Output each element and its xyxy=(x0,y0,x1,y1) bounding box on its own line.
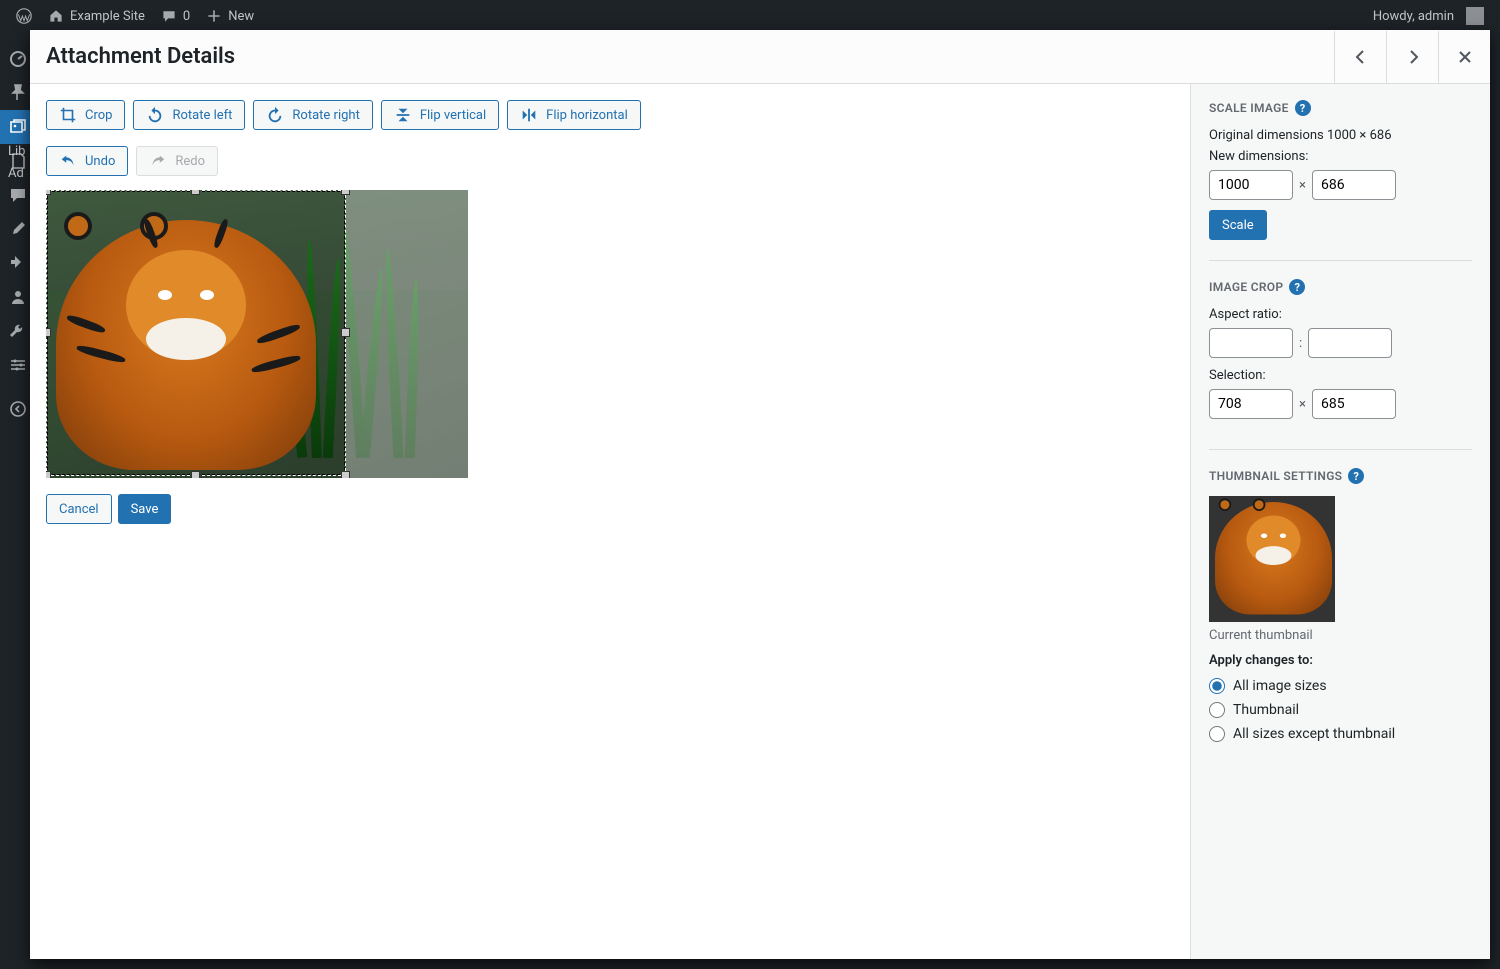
comments-link[interactable]: 0 xyxy=(153,0,198,32)
crop-selection[interactable] xyxy=(46,190,346,476)
flip-horizontal-icon xyxy=(520,106,538,124)
sidebar-label-library: Lib xyxy=(8,144,25,159)
apply-option-thumbnail[interactable]: Thumbnail xyxy=(1209,702,1472,718)
scale-button[interactable]: Scale xyxy=(1209,210,1267,240)
attachment-details-modal: Attachment Details Crop Rotate left Rota… xyxy=(30,30,1490,959)
crop-icon xyxy=(59,106,77,124)
wordpress-icon xyxy=(16,8,32,24)
help-icon[interactable]: ? xyxy=(1295,100,1311,116)
comment-icon xyxy=(161,8,177,24)
redo-button: Redo xyxy=(136,146,218,176)
apply-radio-except-thumbnail[interactable] xyxy=(1209,726,1225,742)
image-settings-pane: Scale Image? Original dimensions 1000 × … xyxy=(1190,84,1490,959)
wrench-icon xyxy=(8,321,28,341)
media-icon xyxy=(8,117,28,137)
apply-option-all[interactable]: All image sizes xyxy=(1209,678,1472,694)
flip-vertical-icon xyxy=(394,106,412,124)
crop-handle-bottom-left[interactable] xyxy=(46,471,51,478)
site-name-link[interactable]: Example Site xyxy=(40,0,153,32)
scale-width-input[interactable] xyxy=(1209,170,1293,200)
avatar xyxy=(1466,7,1484,25)
home-icon xyxy=(48,8,64,24)
aspect-ratio-label: Aspect ratio: xyxy=(1209,307,1472,322)
undo-icon xyxy=(59,152,77,170)
scale-height-input[interactable] xyxy=(1312,170,1396,200)
chevron-right-icon xyxy=(1403,47,1423,67)
image-crop-heading: Image Crop xyxy=(1209,280,1283,294)
plugin-icon xyxy=(8,253,28,273)
original-dimensions-label: Original dimensions 1000 × 686 xyxy=(1209,128,1472,143)
new-label: New xyxy=(228,9,254,24)
apply-changes-label: Apply changes to: xyxy=(1209,653,1472,668)
howdy-text: Howdy, admin xyxy=(1373,9,1454,24)
crop-handle-middle-right[interactable] xyxy=(341,328,350,337)
rotate-right-button[interactable]: Rotate right xyxy=(253,100,372,130)
image-crop-section: Image Crop? Aspect ratio: : Selection: × xyxy=(1209,279,1472,450)
user-icon xyxy=(8,287,28,307)
apply-radio-thumbnail[interactable] xyxy=(1209,702,1225,718)
redo-icon xyxy=(149,152,167,170)
undo-button[interactable]: Undo xyxy=(46,146,128,176)
wp-logo-link[interactable] xyxy=(8,0,40,32)
apply-option-except-thumbnail[interactable]: All sizes except thumbnail xyxy=(1209,726,1472,742)
cancel-button[interactable]: Cancel xyxy=(46,494,112,524)
new-link[interactable]: New xyxy=(198,0,262,32)
crop-button[interactable]: Crop xyxy=(46,100,125,130)
admin-bar: Example Site 0 New Howdy, admin xyxy=(0,0,1500,32)
rotate-right-icon xyxy=(266,106,284,124)
close-icon xyxy=(1455,47,1475,67)
crop-handle-bottom-middle[interactable] xyxy=(191,471,200,478)
image-crop-stage[interactable] xyxy=(46,190,468,478)
image-edit-toolbar: Crop Rotate left Rotate right Flip verti… xyxy=(46,100,1174,176)
crop-shade xyxy=(346,190,468,478)
plus-icon xyxy=(206,8,222,24)
chevron-left-icon xyxy=(1351,47,1371,67)
thumbnail-settings-heading: Thumbnail Settings xyxy=(1209,469,1342,483)
selection-width-input[interactable] xyxy=(1209,389,1293,419)
scale-image-heading: Scale Image xyxy=(1209,101,1289,115)
new-dimensions-label: New dimensions: xyxy=(1209,149,1472,164)
scale-image-section: Scale Image? Original dimensions 1000 × … xyxy=(1209,100,1472,261)
dashboard-icon xyxy=(8,49,28,69)
rotate-left-button[interactable]: Rotate left xyxy=(133,100,245,130)
help-icon[interactable]: ? xyxy=(1289,279,1305,295)
crop-handle-middle-left[interactable] xyxy=(46,328,51,337)
prev-attachment-button[interactable] xyxy=(1334,31,1386,83)
comments-count: 0 xyxy=(183,9,190,24)
site-name: Example Site xyxy=(70,9,145,24)
apply-radio-all[interactable] xyxy=(1209,678,1225,694)
crop-handle-top-middle[interactable] xyxy=(191,190,200,195)
sidebar-label-add: Ad xyxy=(8,166,24,181)
collapse-icon xyxy=(8,399,28,419)
thumbnail-preview xyxy=(1209,496,1335,622)
thumbnail-settings-section: Thumbnail Settings? Current thumbnail Ap… xyxy=(1209,468,1472,742)
save-button[interactable]: Save xyxy=(118,494,172,524)
crop-handle-top-right[interactable] xyxy=(341,190,350,195)
aspect-width-input[interactable] xyxy=(1209,328,1293,358)
selection-height-input[interactable] xyxy=(1312,389,1396,419)
flip-horizontal-button[interactable]: Flip horizontal xyxy=(507,100,641,130)
flip-vertical-button[interactable]: Flip vertical xyxy=(381,100,499,130)
current-thumbnail-label: Current thumbnail xyxy=(1209,628,1472,643)
sliders-icon xyxy=(8,355,28,375)
comment-icon xyxy=(8,185,28,205)
pin-icon xyxy=(8,83,28,103)
selection-label: Selection: xyxy=(1209,368,1472,383)
help-icon[interactable]: ? xyxy=(1348,468,1364,484)
aspect-height-input[interactable] xyxy=(1308,328,1392,358)
rotate-left-icon xyxy=(146,106,164,124)
brush-icon xyxy=(8,219,28,239)
modal-title: Attachment Details xyxy=(30,30,1334,83)
crop-handle-bottom-right[interactable] xyxy=(341,471,350,478)
image-editor-pane: Crop Rotate left Rotate right Flip verti… xyxy=(30,84,1190,959)
close-modal-button[interactable] xyxy=(1438,31,1490,83)
crop-handle-top-left[interactable] xyxy=(46,190,51,195)
next-attachment-button[interactable] xyxy=(1386,31,1438,83)
howdy-link[interactable]: Howdy, admin xyxy=(1365,0,1492,32)
